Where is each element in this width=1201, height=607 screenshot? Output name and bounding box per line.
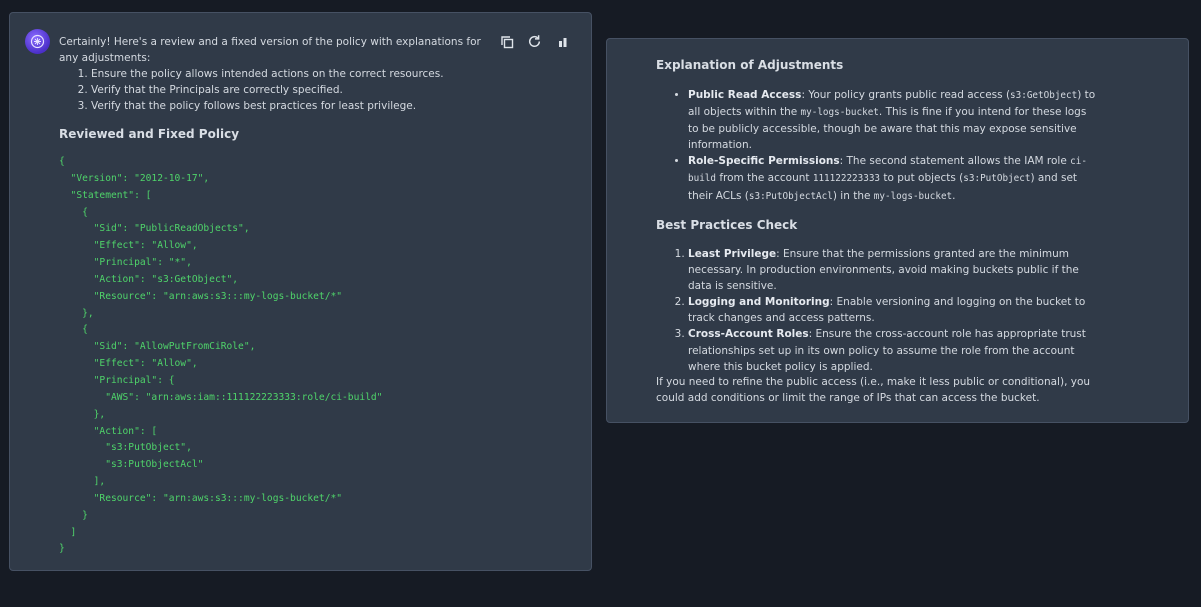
policy-code-block: { "Version": "2012-10-17", "Statement": … <box>59 156 383 555</box>
list-item: Public Read Access: Your policy grants p… <box>688 87 1096 153</box>
intro-text: Certainly! Here's a review and a fixed v… <box>59 36 481 64</box>
section-heading-policy: Reviewed and Fixed Policy <box>59 127 240 141</box>
message-intro: Certainly! Here's a review and a fixed v… <box>59 34 499 114</box>
copy-button[interactable] <box>498 33 515 50</box>
item-label: Role-Specific Permissions <box>688 155 840 168</box>
explanation-list: Public Read Access: Your policy grants p… <box>656 87 1096 205</box>
stats-icon <box>558 37 566 47</box>
item-label: Public Read Access <box>688 89 802 101</box>
review-steps-list: Ensure the policy allows intended action… <box>59 66 499 114</box>
list-item: Least Privilege: Ensure that the permiss… <box>688 246 1096 294</box>
inline-code: my-logs-bucket <box>873 190 953 202</box>
list-item: Cross-Account Roles: Ensure the cross-ac… <box>688 326 1096 374</box>
regenerate-icon <box>528 35 541 48</box>
best-practices-list: Least Privilege: Ensure that the permiss… <box>656 246 1096 375</box>
inline-code: 111122223333 <box>812 173 881 185</box>
assistant-message-continuation-card: Explanation of Adjustments Public Read A… <box>606 38 1189 423</box>
list-item: Ensure the policy allows intended action… <box>91 66 499 82</box>
list-item: Role-Specific Permissions: The second st… <box>688 153 1096 204</box>
regenerate-button[interactable] <box>526 33 543 50</box>
best-practices-section: Least Privilege: Ensure that the permiss… <box>656 246 1096 375</box>
list-item: Verify that the Principals are correctly… <box>91 82 499 98</box>
item-label: Logging and Monitoring <box>688 296 830 309</box>
assistant-message-card: Certainly! Here's a review and a fixed v… <box>9 12 592 571</box>
section-heading-explanation: Explanation of Adjustments <box>656 58 844 72</box>
list-item: Verify that the policy follows best prac… <box>91 98 499 114</box>
copy-icon <box>500 35 513 48</box>
closing-text: If you need to refine the public access … <box>656 376 1091 404</box>
inline-code: s3:PutObject <box>963 173 1031 185</box>
assistant-avatar-icon <box>25 29 50 54</box>
inline-code: s3:GetObject <box>1010 90 1078 101</box>
inline-code: s3:PutObjectAcl <box>748 190 833 202</box>
stats-button[interactable] <box>554 33 571 50</box>
message-toolbar <box>498 33 571 50</box>
item-label: Least Privilege <box>688 248 777 260</box>
inline-code: my-logs-bucket <box>800 107 879 119</box>
item-label: Cross-Account Roles <box>688 328 809 341</box>
explanation-section: Public Read Access: Your policy grants p… <box>656 87 1096 205</box>
list-item: Logging and Monitoring: Enable versionin… <box>688 294 1096 326</box>
section-heading-best-practices: Best Practices Check <box>656 218 798 232</box>
